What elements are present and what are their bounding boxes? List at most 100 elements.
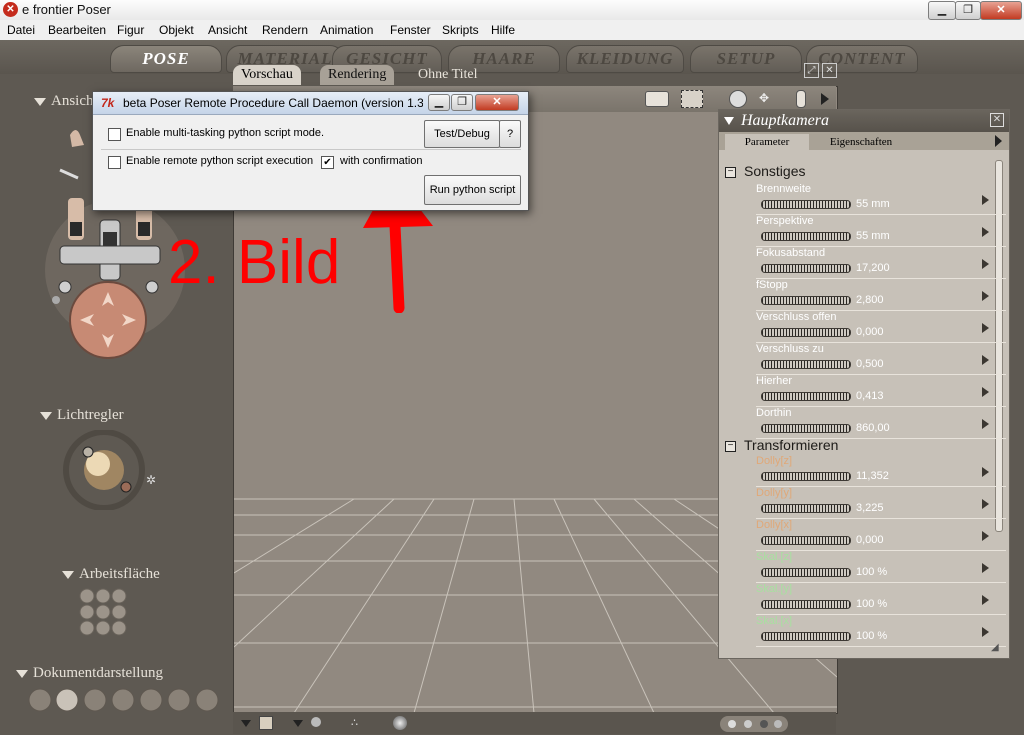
panel-close-icon[interactable]: ✕ (990, 113, 1004, 127)
display-style-buttons[interactable] (28, 688, 233, 714)
param-dial[interactable] (761, 360, 851, 369)
param-menu-arrow-icon[interactable] (982, 323, 989, 333)
param-row[interactable]: Brennweite 55 mm (756, 183, 1006, 215)
menu-datei[interactable]: Datei (7, 23, 35, 37)
workspace-grid[interactable] (79, 588, 129, 636)
param-dial[interactable] (761, 392, 851, 401)
window-titlebar[interactable]: ✕ e frontier Poser ▁ ❐ ✕ (0, 0, 1024, 21)
param-dial[interactable] (761, 264, 851, 273)
param-value[interactable]: 11,352 (856, 470, 889, 482)
panel-menu-arrow-icon[interactable] (995, 135, 1002, 147)
param-value[interactable]: 55 mm (856, 198, 890, 210)
param-value[interactable]: 55 mm (856, 230, 890, 242)
param-row[interactable]: Verschluss offen 0,000 (756, 311, 1006, 343)
render-sphere-icon[interactable] (393, 716, 407, 730)
param-menu-arrow-icon[interactable] (982, 499, 989, 509)
param-dial[interactable] (761, 504, 851, 513)
collapse-triangle-icon[interactable] (724, 117, 734, 125)
expand-icon[interactable]: ⤢ (804, 63, 819, 78)
dialog-minimize-button[interactable]: ▁ (428, 94, 450, 111)
param-menu-arrow-icon[interactable] (982, 227, 989, 237)
param-dial[interactable] (761, 328, 851, 337)
dialog-titlebar[interactable]: 7k beta Poser Remote Procedure Call Daem… (93, 92, 528, 115)
menu-objekt[interactable]: Objekt (159, 23, 194, 37)
test-debug-button[interactable]: Test/Debug (424, 120, 500, 148)
param-value[interactable]: 2,800 (856, 294, 884, 306)
menu-ansicht[interactable]: Ansicht (208, 23, 247, 37)
param-menu-arrow-icon[interactable] (982, 387, 989, 397)
param-value[interactable]: 0,413 (856, 390, 884, 402)
ansicht-header[interactable]: Ansicht (34, 93, 98, 110)
param-value[interactable]: 0,500 (856, 358, 884, 370)
param-dial[interactable] (761, 296, 851, 305)
play-arrow-icon[interactable] (821, 93, 829, 105)
minimize-button[interactable]: ▁ (928, 1, 956, 20)
param-dial[interactable] (761, 536, 851, 545)
param-row[interactable]: Dolly[y] 3,225 (756, 487, 1006, 519)
param-value[interactable]: 0,000 (856, 534, 884, 546)
param-row[interactable]: Hierher 0,413 (756, 375, 1006, 407)
menu-rendern[interactable]: Rendern (262, 23, 308, 37)
light-control[interactable]: ✲ (62, 429, 162, 511)
param-menu-arrow-icon[interactable] (982, 355, 989, 365)
param-value[interactable]: 100 % (856, 598, 887, 610)
param-row[interactable]: Skal.[x] 100 % (756, 615, 1006, 647)
menu-hilfe[interactable]: Hilfe (491, 23, 515, 37)
menu-skripts[interactable]: Skripts (442, 23, 479, 37)
param-row[interactable]: Dolly[z] 11,352 (756, 455, 1006, 487)
param-dial[interactable] (761, 472, 851, 481)
param-row[interactable]: Fokusabstand 17,200 (756, 247, 1006, 279)
param-value[interactable]: 100 % (856, 566, 887, 578)
param-dial[interactable] (761, 568, 851, 577)
param-row[interactable]: Perspektive 55 mm (756, 215, 1006, 247)
param-row[interactable]: Skal.[y] 100 % (756, 583, 1006, 615)
param-menu-arrow-icon[interactable] (982, 195, 989, 205)
menu-bearbeiten[interactable]: Bearbeiten (48, 23, 106, 37)
group-transformieren[interactable]: − Transformieren (725, 437, 838, 453)
tab-vorschau[interactable]: Vorschau (233, 65, 301, 85)
menu-fenster[interactable]: Fenster (390, 23, 431, 37)
param-row[interactable]: Verschluss zu 0,500 (756, 343, 1006, 375)
param-value[interactable]: 100 % (856, 630, 887, 642)
group-sonstiges[interactable]: − Sonstiges (725, 163, 805, 179)
tab-parameter[interactable]: Parameter (725, 134, 809, 150)
param-row[interactable]: fStopp 2,800 (756, 279, 1006, 311)
param-value[interactable]: 3,225 (856, 502, 884, 514)
confirmation-checkbox[interactable]: ✔ (321, 156, 334, 169)
param-row[interactable]: Skal.[z] 100 % (756, 551, 1006, 583)
frame-dots[interactable] (720, 716, 788, 732)
dokumentdarstellung-header[interactable]: Dokumentdarstellung (16, 665, 163, 682)
param-menu-arrow-icon[interactable] (982, 291, 989, 301)
param-dial[interactable] (761, 424, 851, 433)
param-menu-arrow-icon[interactable] (982, 595, 989, 605)
param-dial[interactable] (761, 600, 851, 609)
resize-grip-icon[interactable]: ◢ (991, 642, 1005, 656)
param-value[interactable]: 17,200 (856, 262, 890, 274)
param-value[interactable]: 0,000 (856, 326, 884, 338)
camera-icon[interactable] (645, 91, 669, 107)
dialog-maximize-button[interactable]: ❐ (451, 94, 473, 111)
param-row[interactable]: Dolly[x] 0,000 (756, 519, 1006, 551)
help-button[interactable]: ? (499, 120, 521, 148)
parameter-panel-header[interactable]: Hauptkamera ✕ (719, 110, 1009, 132)
close-button[interactable]: ✕ (980, 1, 1022, 20)
param-menu-arrow-icon[interactable] (982, 467, 989, 477)
rotate-icon[interactable] (729, 90, 747, 108)
menu-figur[interactable]: Figur (117, 23, 144, 37)
param-row[interactable]: Dorthin 860,00 (756, 407, 1006, 439)
tab-pose[interactable]: POSE (110, 45, 222, 73)
run-python-script-button[interactable]: Run python script (424, 175, 521, 205)
param-menu-arrow-icon[interactable] (982, 259, 989, 269)
remote-exec-checkbox[interactable] (108, 156, 121, 169)
maximize-button[interactable]: ❐ (955, 1, 981, 20)
param-menu-arrow-icon[interactable] (982, 563, 989, 573)
color-swatch-icon[interactable] (259, 716, 273, 730)
close-icon[interactable]: ✕ (822, 63, 837, 78)
arbeitsflaeche-header[interactable]: Arbeitsfläche (62, 566, 160, 583)
multitask-checkbox[interactable] (108, 128, 121, 141)
param-menu-arrow-icon[interactable] (982, 419, 989, 429)
multi-sphere-icon[interactable]: ∴ (351, 716, 367, 729)
light-icon[interactable] (796, 90, 806, 108)
tab-rendering[interactable]: Rendering (320, 65, 395, 85)
param-dial[interactable] (761, 632, 851, 641)
